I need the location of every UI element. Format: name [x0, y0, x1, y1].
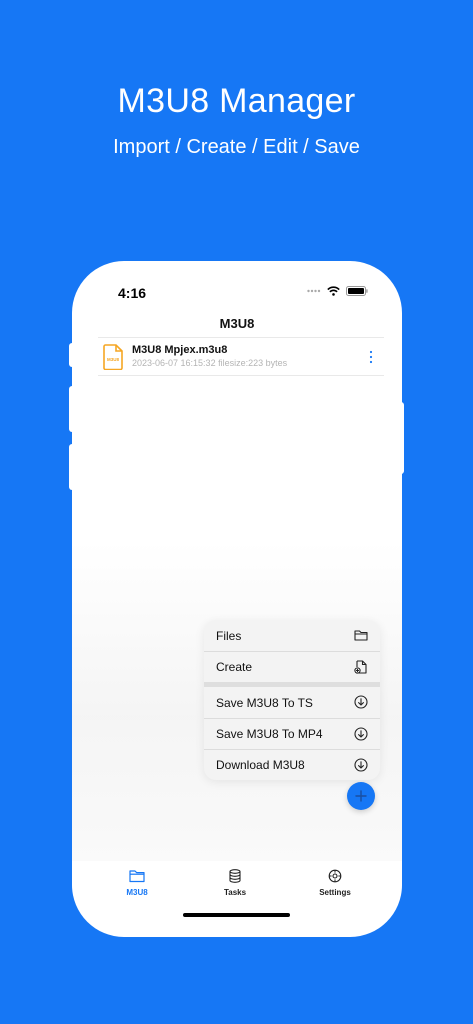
tab-label: Tasks: [223, 888, 247, 897]
hero-subtitle: Import / Create / Edit / Save: [113, 136, 360, 158]
tab-m3u8[interactable]: M3U8: [97, 869, 177, 897]
settings-icon: [328, 869, 342, 883]
tab-tasks[interactable]: Tasks: [195, 869, 275, 897]
plus-icon: [355, 790, 367, 802]
tab-settings[interactable]: Settings: [295, 869, 375, 897]
file-icon-label: M3U8: [107, 357, 120, 362]
wifi-icon: [327, 286, 340, 296]
list-item[interactable]: M3U8 M3U8 Mpjex.m3u8 2023-06-07 16:15:32…: [98, 337, 384, 376]
status-bar: 4:16: [72, 283, 402, 303]
menu-item-label: Create: [216, 660, 253, 674]
new-file-icon: [354, 660, 367, 674]
download-circle-icon: [354, 695, 368, 709]
folder-icon: [129, 870, 145, 883]
home-indicator: [183, 913, 290, 917]
file-meta: 2023-06-07 16:15:32 filesize:223 bytes: [132, 358, 288, 368]
database-icon: [229, 869, 241, 883]
menu-item-download[interactable]: Download M3U8: [204, 749, 380, 780]
add-button[interactable]: [347, 782, 375, 810]
signal-icon: [307, 289, 321, 293]
phone-screen: 4:16 M3U8 M3U8 M3U8 Mpjex.m3u8 2023-06-0…: [72, 261, 402, 937]
status-time: 4:16: [118, 285, 147, 301]
action-menu: Files Create Save M3U8 To TS Save M3U8 T…: [204, 620, 380, 780]
menu-item-files[interactable]: Files: [204, 620, 380, 651]
menu-item-save-mp4[interactable]: Save M3U8 To MP4: [204, 718, 380, 749]
more-options-icon[interactable]: [368, 349, 374, 365]
menu-item-label: Save M3U8 To MP4: [216, 727, 323, 741]
tab-label: Settings: [319, 888, 351, 897]
folder-icon: [354, 630, 368, 641]
status-icons: [307, 286, 368, 296]
nav-title: M3U8: [219, 316, 255, 331]
menu-item-label: Files: [216, 628, 242, 643]
hero-title: M3U8 Manager: [117, 82, 356, 120]
download-circle-icon: [354, 727, 368, 741]
tab-label: M3U8: [126, 888, 148, 897]
tab-bar: M3U8 Tasks Settings: [72, 869, 402, 909]
menu-item-create[interactable]: Create: [204, 651, 380, 682]
file-name: M3U8 Mpjex.m3u8: [132, 344, 228, 356]
file-list: M3U8 M3U8 Mpjex.m3u8 2023-06-07 16:15:32…: [98, 337, 384, 376]
m3u8-file-icon: M3U8: [103, 344, 123, 370]
download-circle-icon: [354, 758, 368, 772]
battery-icon: [346, 286, 368, 296]
menu-item-label: Download M3U8: [216, 758, 305, 772]
menu-item-label: Save M3U8 To TS: [216, 695, 313, 710]
menu-item-save-ts[interactable]: Save M3U8 To TS: [204, 687, 380, 718]
